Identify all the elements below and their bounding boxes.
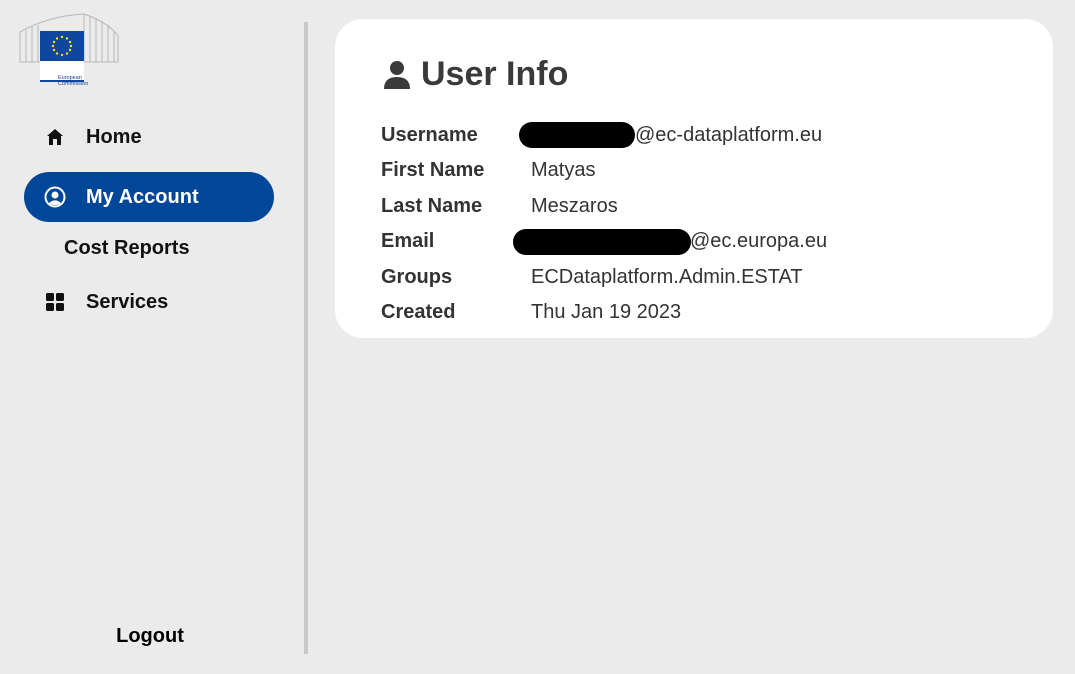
logo-text: European Commission (58, 75, 108, 87)
sidebar-divider (304, 22, 308, 654)
sidebar-item-services[interactable]: Services (24, 277, 274, 327)
first-name-label: First Name (381, 159, 485, 181)
sidebar-item-home[interactable]: Home (24, 112, 274, 162)
sidebar: European Commission Home My Account Cost… (0, 0, 304, 674)
groups-label: Groups (381, 266, 453, 288)
page-title: User Info (421, 55, 569, 93)
grid-icon (44, 291, 66, 313)
last-name-value: Meszaros (531, 195, 618, 217)
first-name-value: Matyas (531, 159, 596, 181)
created-label: Created (381, 301, 456, 323)
logout-button[interactable]: Logout (0, 625, 300, 648)
user-info-card: User Info Username @ec-dataplatform.eu F… (335, 19, 1053, 338)
european-commission-logo[interactable]: European Commission (18, 12, 122, 87)
user-icon (383, 60, 411, 90)
user-circle-icon (44, 186, 66, 208)
logo-graphic (19, 13, 119, 82)
username-value: @ec-dataplatform.eu (635, 124, 823, 146)
card-title: User Info (383, 55, 568, 94)
sidebar-item-my-account[interactable]: My Account (24, 172, 274, 222)
created-value: Thu Jan 19 2023 (531, 301, 682, 323)
home-icon (44, 126, 66, 148)
logo-text-line2: Commission (58, 81, 89, 87)
sidebar-item-label: My Account (86, 185, 199, 208)
email-label: Email (381, 230, 435, 252)
sidebar-item-label: Home (86, 125, 142, 148)
redaction-mark (513, 229, 691, 255)
email-value: @ec.europa.eu (690, 230, 828, 252)
last-name-label: Last Name (381, 195, 483, 217)
groups-value: ECDataplatform.Admin.ESTAT (531, 266, 803, 288)
sidebar-item-label: Services (86, 290, 169, 313)
username-label: Username (381, 124, 478, 146)
redaction-mark (519, 122, 635, 148)
sidebar-item-cost-reports[interactable]: Cost Reports (64, 237, 190, 260)
